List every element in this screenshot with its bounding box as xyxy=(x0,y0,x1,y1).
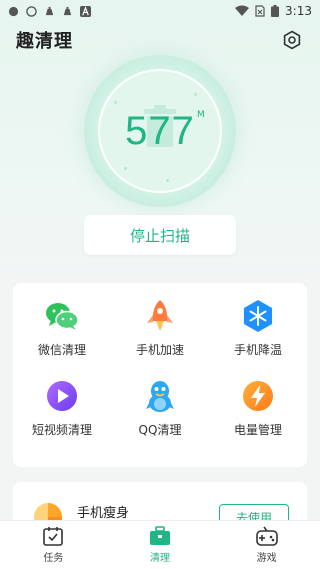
nav-label: 清理 xyxy=(150,553,170,564)
lightning-icon xyxy=(241,379,275,413)
battery-icon xyxy=(271,5,280,17)
qq-penguin-icon xyxy=(143,379,177,413)
tool-wechat-clean[interactable]: 微信清理 xyxy=(13,299,111,379)
screen: 3:13 趣清理 577 M 停止扫描 微信清理 手机加速 手机降温 短视频清理… xyxy=(0,0,320,569)
settings-button[interactable] xyxy=(280,28,304,52)
tool-label: 手机降温 xyxy=(233,343,282,357)
sparkle-dot xyxy=(166,179,169,182)
tool-label: 手机加速 xyxy=(135,343,184,357)
tool-phone-cooling[interactable]: 手机降温 xyxy=(209,299,307,379)
stop-scan-button[interactable]: 停止扫描 xyxy=(84,215,236,255)
sparkle-dot xyxy=(194,93,197,96)
play-icon xyxy=(45,379,79,413)
tools-card: 微信清理 手机加速 手机降温 短视频清理 QQ清理 电量管理 xyxy=(13,283,307,467)
tools-grid: 微信清理 手机加速 手机降温 短视频清理 QQ清理 电量管理 xyxy=(13,283,307,459)
nav-label: 游戏 xyxy=(256,553,277,564)
sparkle-dot xyxy=(124,167,127,170)
record-icon xyxy=(8,6,19,16)
nav-tab-clean[interactable]: 清理 xyxy=(107,521,214,569)
scan-gauge: 577 M xyxy=(84,55,236,207)
rocket-icon xyxy=(143,299,177,333)
tool-label: 微信清理 xyxy=(37,343,86,357)
compass-icon xyxy=(26,5,37,17)
junk-size-unit: M xyxy=(197,110,205,120)
gamepad-icon xyxy=(255,526,278,546)
notification-icon xyxy=(63,6,72,15)
tool-battery-manage[interactable]: 电量管理 xyxy=(209,379,307,459)
tool-qq-clean[interactable]: QQ清理 xyxy=(111,379,209,459)
notification-icon xyxy=(45,6,54,15)
briefcase-icon xyxy=(150,526,170,545)
status-bar: 3:13 xyxy=(0,0,320,22)
nav-tab-tasks[interactable]: 任务 xyxy=(0,521,107,569)
tool-short-video-clean[interactable]: 短视频清理 xyxy=(13,379,111,459)
no-sim-icon xyxy=(255,5,265,17)
app-title: 趣清理 xyxy=(16,31,73,52)
nav-tab-games[interactable]: 游戏 xyxy=(213,521,320,569)
promo-title: 手机瘦身 xyxy=(77,506,130,521)
nav-label: 任务 xyxy=(43,553,64,564)
bottom-nav: 任务 清理 游戏 xyxy=(0,520,320,569)
wifi-icon xyxy=(235,5,250,16)
tool-phone-boost[interactable]: 手机加速 xyxy=(111,299,209,379)
tool-label: 电量管理 xyxy=(233,423,282,437)
tool-label: QQ清理 xyxy=(138,423,182,437)
snowflake-icon xyxy=(241,299,275,333)
sparkle-dot xyxy=(114,101,117,104)
app-a-icon xyxy=(80,5,91,17)
wechat-icon xyxy=(45,299,79,333)
status-time: 3:13 xyxy=(285,4,312,18)
tool-label: 短视频清理 xyxy=(31,423,92,437)
calendar-check-icon xyxy=(43,527,64,546)
header: 趣清理 xyxy=(0,22,320,58)
junk-size-value: 577 xyxy=(125,109,195,153)
hexagon-settings-icon xyxy=(283,30,301,50)
